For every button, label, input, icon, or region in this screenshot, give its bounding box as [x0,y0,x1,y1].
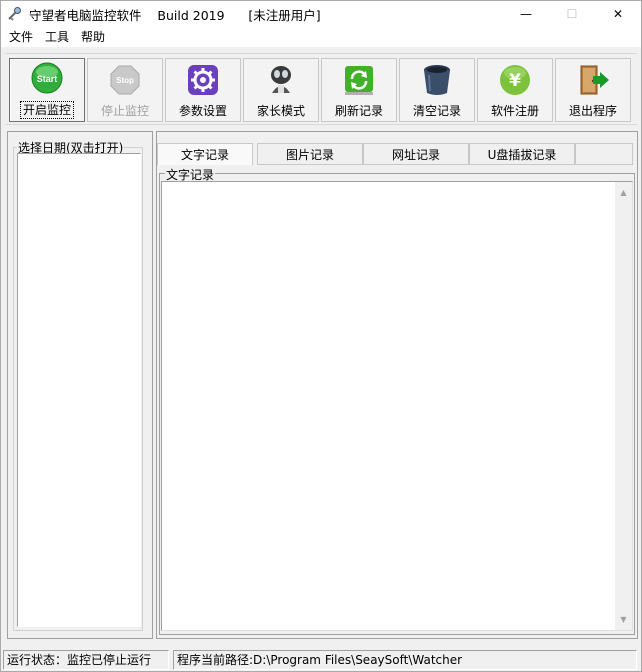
stop-icon: Stop [110,65,140,95]
menu-help[interactable]: 帮助 [75,27,111,47]
program-path: 程序当前路径:D:\Program Files\SeaySoft\Watcher [173,650,637,670]
refresh-icon [345,66,373,95]
toolbar: Start 开启监控 Stop 停止监控 参数设置 家长模式 刷新记录 清空记录… [5,53,637,125]
parent-mode-label: 家长模式 [256,104,305,118]
svg-text:Stop: Stop [116,76,134,85]
tab-url-records-label: 网址记录 [391,147,440,162]
clear-records-button[interactable]: 清空记录 [399,58,475,122]
exit-door-icon [580,65,609,95]
exit-label: 退出程序 [568,104,617,118]
settings-button[interactable]: 参数设置 [165,58,241,122]
parent-mode-button[interactable]: 家长模式 [243,58,319,122]
trash-icon [424,65,450,95]
yen-icon: ¥ [500,65,530,95]
exit-button[interactable]: 退出程序 [555,58,631,122]
parent-mode-icon [271,66,291,93]
gear-icon [188,65,218,95]
tab-strip-filler [575,143,633,165]
close-button[interactable]: ✕ [595,1,641,27]
svg-text:Start: Start [37,74,58,84]
tab-image-records-label: 图片记录 [285,147,334,162]
minimize-button[interactable]: — [503,1,549,27]
menu-tools[interactable]: 工具 [39,27,75,47]
svg-text:¥: ¥ [509,71,521,91]
start-monitor-button[interactable]: Start 开启监控 [9,58,85,122]
app-window: 守望者电脑监控软件 Build 2019 [未注册用户] — ☐ ✕ 文件 工具… [0,0,642,672]
tab-usb-records[interactable]: U盘插拔记录 [469,143,575,165]
start-icon: Start [31,62,63,94]
maximize-button[interactable]: ☐ [549,1,595,27]
stop-monitor-button[interactable]: Stop 停止监控 [87,58,163,122]
stop-monitor-label: 停止监控 [100,104,149,118]
menu-file[interactable]: 文件 [3,27,39,47]
status-bar: 运行状态：监控已停止运行 程序当前路径:D:\Program Files\Sea… [1,649,641,671]
record-tabs: 文字记录 图片记录 网址记录 U盘插拔记录 [157,143,635,165]
tab-image-records[interactable]: 图片记录 [257,143,363,165]
refresh-button[interactable]: 刷新记录 [321,58,397,122]
tab-text-records[interactable]: 文字记录 [157,143,253,165]
scroll-up-icon[interactable]: ▲ [615,184,632,201]
run-status: 运行状态：监控已停止运行 [3,650,169,670]
refresh-label: 刷新记录 [334,104,383,118]
app-icon [7,6,23,22]
title-bar[interactable]: 守望者电脑监控软件 Build 2019 [未注册用户] — ☐ ✕ [1,1,641,27]
menu-bar: 文件 工具 帮助 [1,27,641,47]
scroll-down-icon[interactable]: ▼ [615,611,632,628]
start-monitor-label: 开启监控 [19,101,74,119]
tab-usb-records-label: U盘插拔记录 [487,147,557,162]
tab-url-records[interactable]: 网址记录 [363,143,469,165]
tab-text-records-label: 文字记录 [180,148,229,162]
date-list[interactable] [17,153,141,627]
register-label: 软件注册 [490,104,539,118]
text-record-area[interactable]: ▲ ▼ [161,181,633,631]
window-title: 守望者电脑监控软件 Build 2019 [未注册用户] [29,7,321,23]
settings-label: 参数设置 [178,104,227,118]
register-button[interactable]: ¥ 软件注册 [477,58,553,122]
vertical-scrollbar[interactable]: ▲ ▼ [615,182,632,630]
clear-records-label: 清空记录 [412,104,461,118]
